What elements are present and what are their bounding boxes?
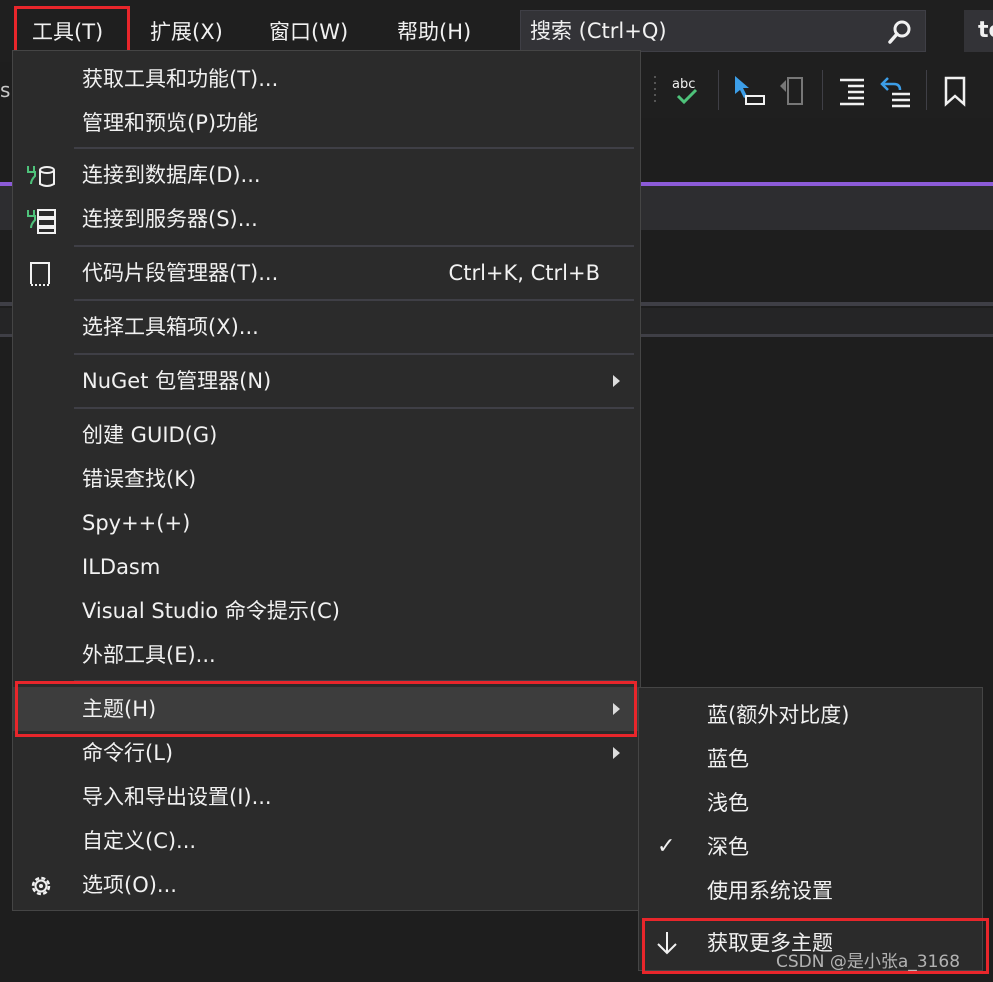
submenu-arrow-icon <box>613 375 620 387</box>
menu-item-manage-preview[interactable]: 管理和预览(P)功能 <box>13 101 640 145</box>
select-pointer-icon[interactable] <box>732 74 766 108</box>
menu-item-get-tools[interactable]: 获取工具和功能(T)... <box>13 57 640 101</box>
menu-window[interactable]: 窗口(W) <box>259 10 358 54</box>
menu-item-label: 获取工具和功能(T)... <box>82 67 279 91</box>
download-arrow-icon <box>657 932 677 955</box>
toolbar-separator <box>718 70 719 110</box>
search-icon <box>888 20 911 44</box>
menu-item-create-guid[interactable]: 创建 GUID(G) <box>13 413 640 457</box>
database-connect-icon <box>27 166 55 187</box>
theme-option-dark[interactable]: ✓ 深色 <box>639 825 982 869</box>
theme-option-blue[interactable]: 蓝色 <box>639 737 982 781</box>
gear-icon <box>31 876 51 896</box>
menu-item-label: ILDasm <box>82 555 161 579</box>
server-connect-icon <box>27 209 56 234</box>
theme-option-label: 蓝(额外对比度) <box>707 703 850 727</box>
menu-separator <box>74 245 634 247</box>
menu-separator <box>74 680 634 682</box>
menu-extensions[interactable]: 扩展(X) <box>140 10 233 54</box>
menu-item-theme[interactable]: 主题(H) <box>13 687 640 731</box>
menu-separator <box>74 407 634 409</box>
svg-text:abc: abc <box>672 77 695 92</box>
solution-title: te <box>964 10 993 52</box>
search-box[interactable]: 搜索 (Ctrl+Q) <box>520 10 926 52</box>
menu-help[interactable]: 帮助(H) <box>387 10 481 54</box>
menu-item-label: 主题(H) <box>82 697 157 721</box>
menu-item-customize[interactable]: 自定义(C)... <box>13 819 640 863</box>
menu-item-shortcut: Ctrl+K, Ctrl+B <box>448 261 600 285</box>
check-mark-icon: ✓ <box>657 834 676 859</box>
menu-item-connect-server[interactable]: 连接到服务器(S)... <box>13 197 640 241</box>
toolbar-separator <box>926 70 927 110</box>
menu-item-ildasm[interactable]: ILDasm <box>13 545 640 589</box>
toolbar-separator <box>822 70 823 110</box>
tools-menu: 获取工具和功能(T)... 管理和预览(P)功能 连接到数据库(D)... 连接… <box>12 50 641 911</box>
menu-item-label: NuGet 包管理器(N) <box>82 369 272 393</box>
menu-item-label: Visual Studio 命令提示(C) <box>82 599 340 623</box>
menu-item-command-line[interactable]: 命令行(L) <box>13 731 640 775</box>
menu-item-label: 外部工具(E)... <box>82 643 216 667</box>
menu-item-label: 命令行(L) <box>82 741 174 765</box>
menu-item-nuget[interactable]: NuGet 包管理器(N) <box>13 359 640 403</box>
menu-item-label: 自定义(C)... <box>82 829 197 853</box>
undo-format-icon[interactable] <box>878 74 912 108</box>
menu-item-label: 导入和导出设置(I)... <box>82 785 272 809</box>
menu-item-snippet-manager[interactable]: 代码片段管理器(T)... Ctrl+K, Ctrl+B <box>13 251 640 295</box>
submenu-arrow-icon <box>613 703 620 715</box>
menu-item-vs-command-prompt[interactable]: Visual Studio 命令提示(C) <box>13 589 640 633</box>
menu-item-label: 代码片段管理器(T)... <box>82 261 279 285</box>
submenu-arrow-icon <box>613 747 620 759</box>
menu-item-spy[interactable]: Spy++(+) <box>13 501 640 545</box>
menu-item-label: 选择工具箱项(X)... <box>82 315 259 339</box>
snippet-icon <box>30 262 50 286</box>
theme-option-label: 使用系统设置 <box>707 879 833 903</box>
menu-item-external-tools[interactable]: 外部工具(E)... <box>13 633 640 677</box>
menu-item-connect-database[interactable]: 连接到数据库(D)... <box>13 153 640 197</box>
menu-item-label: Spy++(+) <box>82 511 191 535</box>
theme-option-light[interactable]: 浅色 <box>639 781 982 825</box>
menu-item-label: 管理和预览(P)功能 <box>82 111 259 135</box>
menu-item-label: 错误查找(K) <box>82 467 197 491</box>
bookmark-icon[interactable] <box>940 74 974 108</box>
menu-item-label: 创建 GUID(G) <box>82 423 218 447</box>
menu-tools[interactable]: 工具(T) <box>22 10 113 54</box>
compare-icon[interactable] <box>776 74 810 108</box>
menu-item-label: 连接到服务器(S)... <box>82 207 258 231</box>
toolbar-fragment: s <box>0 78 11 102</box>
indent-icon[interactable] <box>836 74 870 108</box>
spell-check-icon[interactable]: abc <box>670 74 704 108</box>
menu-item-label: 选项(O)... <box>82 873 177 897</box>
menu-separator <box>74 353 634 355</box>
theme-option-system[interactable]: 使用系统设置 <box>639 869 982 913</box>
theme-option-label: 浅色 <box>707 791 749 815</box>
menu-item-label: 连接到数据库(D)... <box>82 163 261 187</box>
menu-item-import-export[interactable]: 导入和导出设置(I)... <box>13 775 640 819</box>
theme-option-label: 深色 <box>707 835 749 859</box>
search-placeholder: 搜索 (Ctrl+Q) <box>530 19 667 43</box>
menu-item-error-lookup[interactable]: 错误查找(K) <box>13 457 640 501</box>
theme-option-blue-extra-contrast[interactable]: 蓝(额外对比度) <box>639 693 982 737</box>
watermark: CSDN @是小张a_3168 <box>776 952 961 972</box>
theme-option-label: 蓝色 <box>707 747 749 771</box>
theme-submenu: 蓝(额外对比度) 蓝色 浅色 ✓ 深色 使用系统设置 获取更多主题 <box>638 687 983 971</box>
menu-item-choose-toolbox[interactable]: 选择工具箱项(X)... <box>13 305 640 349</box>
menu-item-options[interactable]: 选项(O)... <box>13 863 640 907</box>
menu-separator <box>74 299 634 301</box>
menu-separator <box>74 147 634 149</box>
